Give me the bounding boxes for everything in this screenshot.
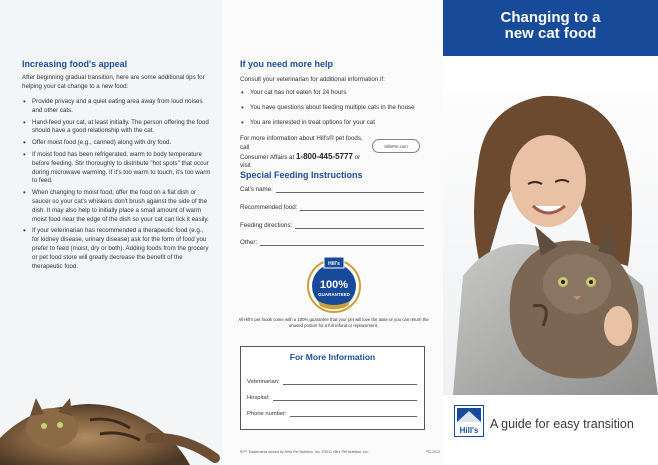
website-text: HillsPet.com [384, 143, 408, 149]
logo-text: Hill's [460, 426, 479, 435]
tabby-cat-photo [0, 368, 222, 465]
blank-line [272, 394, 417, 401]
tip-item: If moist food has been refrigerated, war… [22, 151, 212, 186]
title-band: Changing to a new cat food [443, 0, 658, 56]
appeal-intro: After beginning gradual transition, here… [22, 74, 205, 90]
info-field-veterinarian[interactable]: Veterinarian: [247, 378, 417, 385]
cover-title: Changing to a new cat food [443, 10, 658, 42]
cover-tagline: A guide for easy transition [490, 417, 634, 431]
phone-number: 1-800-445-5777 [295, 151, 353, 161]
feeding-field-food[interactable]: Recommended food: [240, 204, 424, 211]
more-info-box: For More Information Veterinarian: Hospi… [240, 346, 425, 430]
title-line: Changing to a [500, 9, 601, 26]
brochure-spread: Increasing food's appeal After beginning… [0, 0, 658, 465]
badge-percent: 100% [320, 279, 348, 291]
footer-code: ¹²D-2012 [425, 450, 440, 454]
info-heading: For More Information [289, 352, 376, 362]
tips-list: Provide privacy and a quiet eating area … [22, 98, 212, 274]
field-label: Veterinarian: [247, 379, 280, 385]
blank-line [300, 204, 424, 211]
info-field-phone[interactable]: Phone number: [247, 410, 417, 417]
title-line: new cat food [504, 25, 597, 42]
help-list: Your cat has not eaten for 24 hours You … [240, 89, 440, 133]
panel-cover: Changing to a new cat food Hill's A guid… [443, 0, 658, 465]
contact-info: For more information about Hill's® pet f… [240, 135, 370, 171]
tip-item: Hand-feed your cat, at least initially. … [22, 119, 212, 137]
help-intro: Consult your veterinarian for additional… [240, 76, 385, 83]
contact-text: For more information about Hill's® pet f… [240, 135, 363, 151]
feeding-field-directions[interactable]: Feeding directions: [240, 222, 424, 229]
blank-line [295, 222, 424, 229]
feeding-field-cat-name[interactable]: Cat's name: [240, 186, 424, 193]
field-label: Phone number: [247, 411, 287, 417]
feeding-field-other[interactable]: Other: [240, 239, 424, 246]
blank-line [289, 410, 417, 417]
info-field-hospital[interactable]: Hospital: [247, 394, 417, 401]
help-item: You are interested in treat options for … [240, 119, 440, 128]
field-label: Feeding directions: [240, 222, 293, 229]
guarantee-badge-icon: Hill's 100% GUARANTEED [307, 256, 361, 313]
field-label: Hospital: [247, 395, 270, 401]
field-label: Recommended food: [240, 204, 298, 211]
help-item: Your cat has not eaten for 24 hours [240, 89, 440, 98]
tip-item: When changing to moist food, offer the f… [22, 189, 212, 224]
blank-line [275, 186, 424, 193]
contact-text: Consumer Affairs at [240, 153, 295, 161]
woman-with-cat-photo [443, 56, 658, 395]
footer-trademark: ®/™ Trademarks owned by Hill's Pet Nutri… [240, 450, 370, 454]
website-link[interactable]: HillsPet.com [372, 139, 420, 153]
tip-item: Provide privacy and a quiet eating area … [22, 98, 212, 116]
help-item: You have questions about feeding multipl… [240, 104, 440, 113]
panel-help: If you need more help Consult your veter… [222, 0, 443, 465]
hills-logo-icon: Hill's [454, 405, 484, 437]
field-label: Cat's name: [240, 186, 273, 193]
footer: ®/™ Trademarks owned by Hill's Pet Nutri… [240, 450, 440, 454]
badge-brand: Hill's [328, 261, 340, 267]
panel-increasing-appeal: Increasing food's appeal After beginning… [0, 0, 222, 465]
tip-item: Offer moist food (e.g., canned) along wi… [22, 139, 212, 148]
guarantee-text: All Hill's pet foods come with a 100% gu… [238, 317, 429, 328]
feeding-heading: Special Feeding Instructions [240, 170, 363, 180]
tip-item: If your veterinarian has recommended a t… [22, 227, 212, 271]
blank-line [260, 239, 424, 246]
blank-line [282, 378, 417, 385]
field-label: Other: [240, 239, 258, 246]
help-heading: If you need more help [240, 59, 334, 69]
appeal-heading: Increasing food's appeal [22, 59, 128, 69]
badge-word: GUARANTEED [318, 292, 351, 297]
